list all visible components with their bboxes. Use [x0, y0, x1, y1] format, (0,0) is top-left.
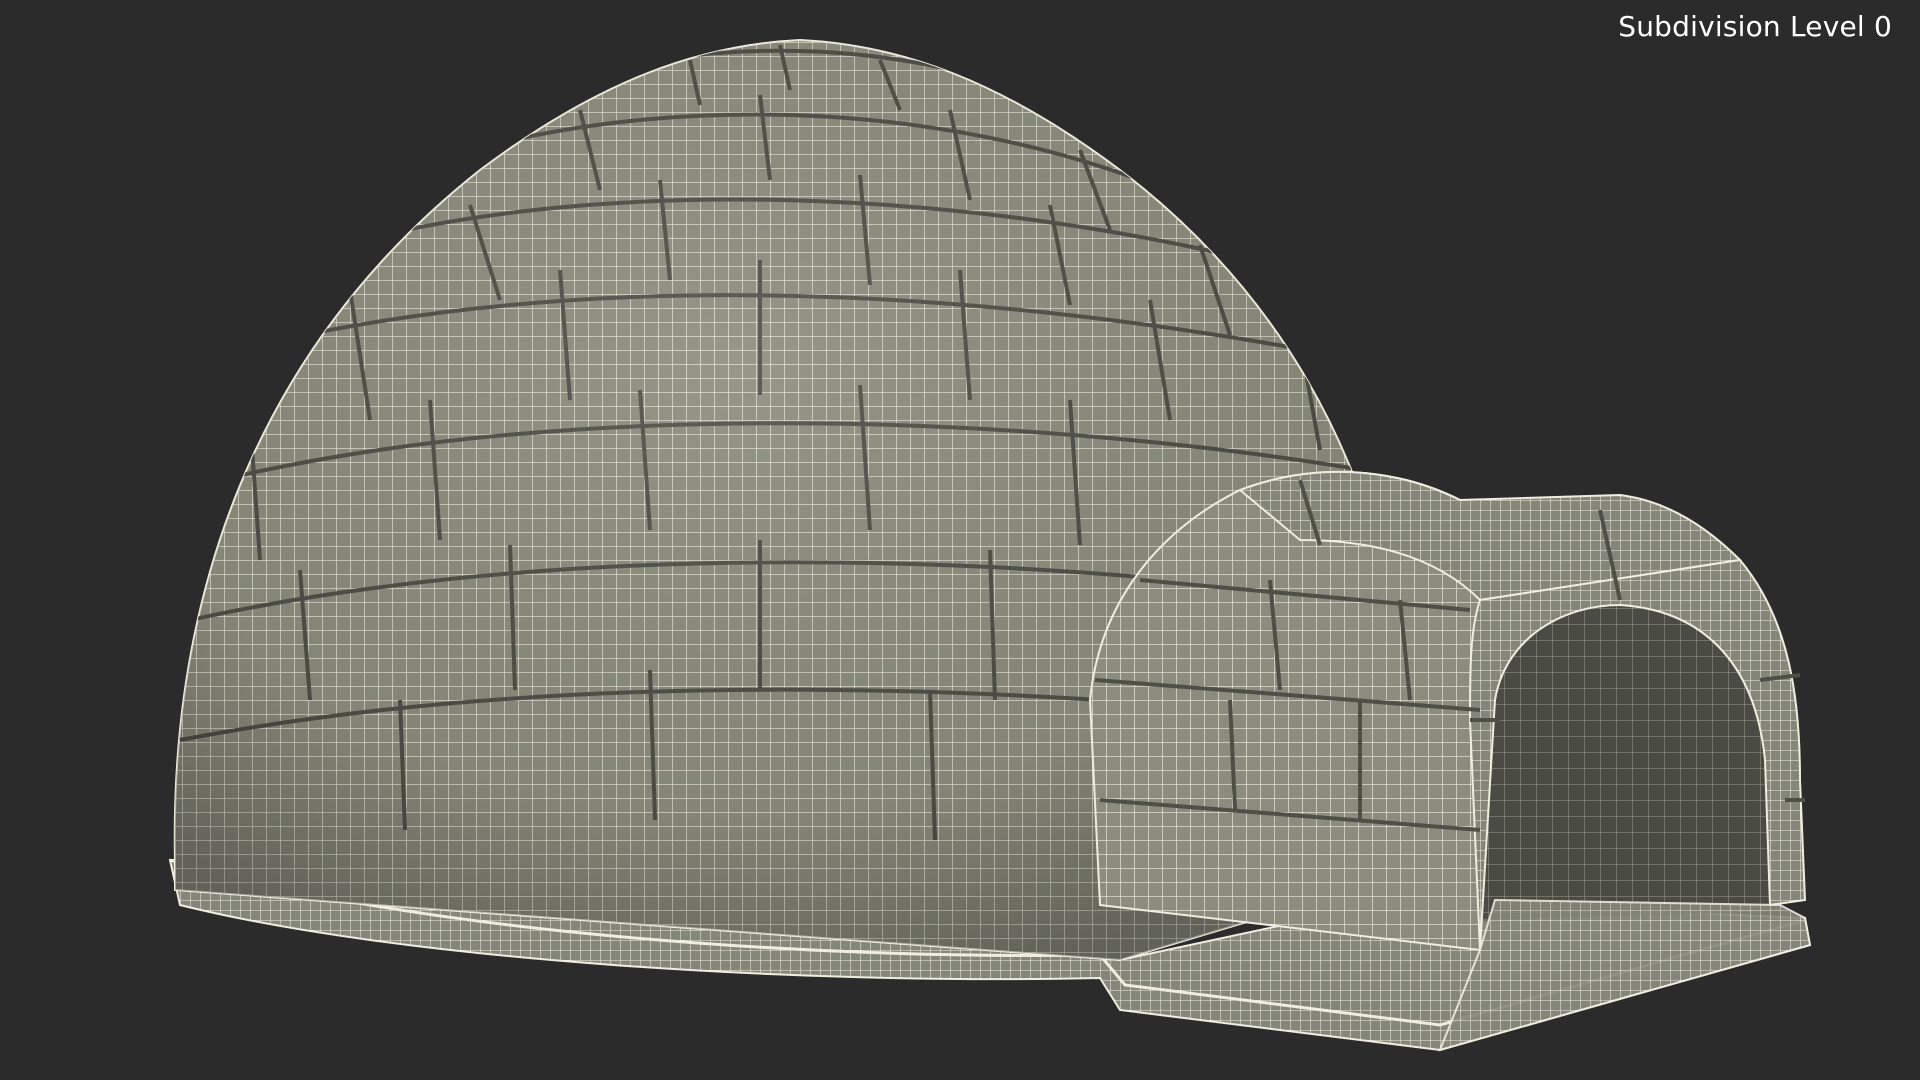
igloo-scene	[168, 38, 1812, 1052]
render-viewport: Subdivision Level 0	[0, 0, 1920, 1080]
